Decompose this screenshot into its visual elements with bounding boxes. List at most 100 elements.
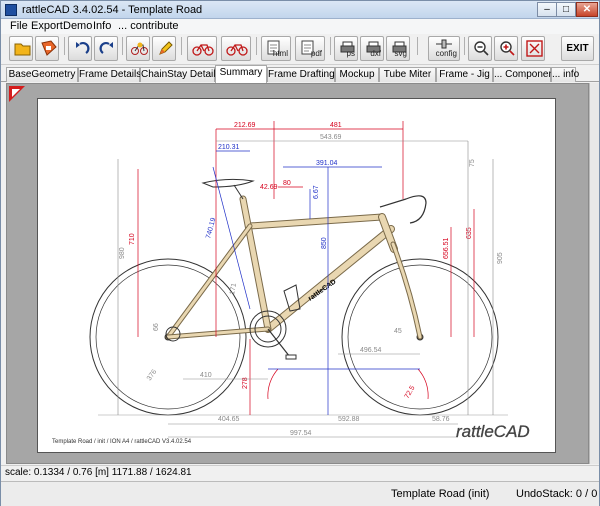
- app-icon: [5, 4, 17, 16]
- zoom-fit-button[interactable]: [521, 36, 545, 61]
- menu-bar: File Export Demo Info ... contribute: [1, 19, 599, 34]
- toolbar-separator: [122, 37, 123, 55]
- bicycle-icon: [192, 44, 214, 56]
- export-pdf-button[interactable]: pdf: [295, 36, 325, 61]
- tab-frame-details[interactable]: Frame Details: [78, 67, 141, 82]
- redo-icon: [99, 42, 113, 54]
- close-button[interactable]: ✕: [576, 2, 598, 17]
- status-project: Template Road (init): [391, 488, 490, 500]
- dim-481: 481: [330, 122, 342, 129]
- toolbar: html pdf ps dxf svg config EXIT: [1, 34, 599, 65]
- tab-frame-jig[interactable]: Frame - Jig: [436, 67, 493, 82]
- zoom-in-button[interactable]: [494, 36, 518, 61]
- tab-bar: BaseGeometry Frame Details ChainStay Det…: [1, 65, 599, 83]
- bike-settings-button[interactable]: [126, 36, 150, 61]
- bike-view-button[interactable]: [187, 36, 217, 61]
- menu-file[interactable]: File: [10, 20, 28, 32]
- toolbar-separator: [64, 37, 65, 55]
- dim-58: 58.76: [432, 416, 450, 423]
- dim-75: 75: [469, 159, 476, 167]
- export-svg-button[interactable]: svg: [386, 36, 410, 61]
- dim-391: 391.04: [316, 160, 338, 167]
- dim-980: 980: [119, 247, 126, 259]
- resize-corner-icon[interactable]: [9, 86, 25, 102]
- menu-info[interactable]: Info: [93, 20, 111, 32]
- export-dxf-button[interactable]: dxf: [360, 36, 384, 61]
- folder-icon: [14, 43, 31, 56]
- dim-72: 72.5: [404, 385, 417, 400]
- maximize-button[interactable]: □: [556, 2, 576, 17]
- tab-mockup[interactable]: Mockup: [335, 67, 379, 82]
- dim-997: 997.54: [290, 430, 312, 437]
- undo-icon: [76, 42, 90, 54]
- toolbar-separator: [464, 37, 465, 55]
- bike-drawing: rattleCAD 212.69 481 42.69 80 710 656.51…: [52, 121, 530, 445]
- dim-404: 404.65: [218, 416, 240, 423]
- dim-905: 905: [497, 252, 504, 264]
- dim-543: 543.69: [320, 134, 342, 141]
- dim-171: 171: [229, 283, 238, 296]
- toolbar-separator: [417, 37, 418, 55]
- dim-635: 635: [466, 227, 473, 239]
- undo-button[interactable]: [68, 36, 92, 61]
- bike-gear-icon: [131, 42, 148, 55]
- dim-376: 376: [146, 368, 158, 382]
- dim-410: 410: [200, 372, 212, 379]
- drawing-canvas[interactable]: rattleCAD 212.69 481 42.69 80 710 656.51…: [6, 83, 589, 464]
- rattlecad-logo: rattleCAD: [456, 422, 530, 441]
- title-bar: rattleCAD 3.4.02.54 - Template Road – □ …: [1, 1, 599, 19]
- drawing-footer: Template Road / init / ION A4 / rattleCA…: [52, 439, 192, 445]
- exit-button[interactable]: EXIT: [561, 36, 594, 61]
- ps-label: ps: [346, 49, 355, 58]
- export-html-button[interactable]: html: [261, 36, 291, 61]
- tab-frame-drafting[interactable]: Frame Drafting: [267, 67, 335, 82]
- pencil-icon: [159, 41, 173, 55]
- vertical-scrollbar[interactable]: [589, 83, 599, 464]
- dim-6: 6.67: [313, 185, 320, 199]
- frame: [165, 195, 423, 340]
- menu-demo[interactable]: Demo: [63, 20, 92, 32]
- dim-210: 210.31: [218, 144, 240, 151]
- status-bar: Template Road (init) UndoStack: 0 / 0: [1, 481, 599, 506]
- dim-656: 656.51: [443, 237, 450, 259]
- save-button[interactable]: [35, 36, 59, 61]
- dxf-label: dxf: [370, 49, 381, 58]
- tab-summary[interactable]: Summary: [215, 65, 267, 83]
- tab-tube-miter[interactable]: Tube Miter: [379, 67, 436, 82]
- config-label: config: [435, 49, 457, 58]
- menu-export[interactable]: Export: [31, 20, 63, 32]
- scale-bar: scale: 0.1334 / 0.76 [m] 1171.88 / 1624.…: [1, 465, 599, 479]
- dim-850: 850: [321, 237, 328, 249]
- dim-710: 710: [129, 233, 136, 245]
- pdf-label: pdf: [310, 49, 322, 58]
- dim-42: 42.69: [260, 184, 278, 191]
- fit-to-window-icon: [526, 40, 543, 57]
- drawing-sheet: rattleCAD 212.69 481 42.69 80 710 656.51…: [37, 98, 556, 453]
- export-ps-button[interactable]: ps: [334, 36, 358, 61]
- app-window: rattleCAD 3.4.02.54 - Template Road – □ …: [0, 0, 600, 506]
- toolbar-separator: [330, 37, 331, 55]
- dim-66: 66: [153, 323, 160, 331]
- dim-592: 592.88: [338, 416, 360, 423]
- dim-212: 212.69: [234, 122, 256, 129]
- minimize-button[interactable]: –: [537, 2, 557, 17]
- tab-components[interactable]: ... Components: [493, 67, 562, 82]
- dim-496: 496.54: [360, 347, 382, 354]
- zoom-out-button[interactable]: [468, 36, 492, 61]
- redo-button[interactable]: [94, 36, 118, 61]
- dim-45: 45: [394, 328, 402, 335]
- config-button[interactable]: config: [428, 36, 460, 61]
- toolbar-separator: [256, 37, 257, 55]
- tab-info[interactable]: ... info: [551, 67, 579, 82]
- open-button[interactable]: [9, 36, 33, 61]
- zoom-out-icon: [474, 41, 489, 56]
- tab-chainstay-details[interactable]: ChainStay Details: [140, 67, 220, 82]
- toolbar-separator: [181, 37, 182, 55]
- edit-button[interactable]: [152, 36, 176, 61]
- zoom-in-icon: [500, 41, 515, 56]
- tab-basegeometry[interactable]: BaseGeometry: [6, 67, 78, 82]
- status-undo: UndoStack: 0 / 0: [516, 488, 598, 500]
- menu-contribute[interactable]: ... contribute: [118, 20, 179, 32]
- blue-labels: 210.31 391.04 740.19 850 6.67: [205, 144, 337, 249]
- bike-reset-button[interactable]: [221, 36, 251, 61]
